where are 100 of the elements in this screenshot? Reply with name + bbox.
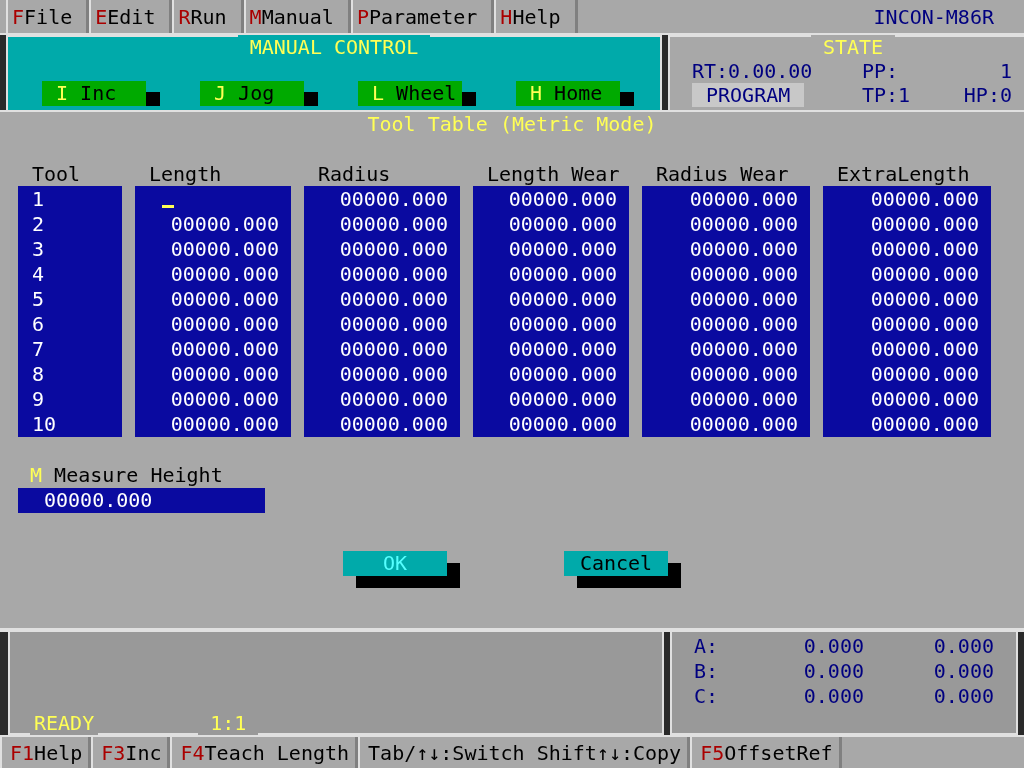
tool-number: 9 <box>31 387 46 412</box>
axis-value: 0.000 <box>932 634 994 659</box>
axis-label: C: <box>694 684 720 709</box>
column-field[interactable]: 1 2 3 4 5 6 7 8 9 10 <box>18 186 122 437</box>
column-field[interactable]: 00000.000 00000.000 00000.000 00000.000 00000.000 00000.000 00000.000 00000.000 00000.000 00000.000 <box>642 186 810 437</box>
table-cell-text: 00000.000 <box>688 187 799 212</box>
table-cell-text: 00000.000 <box>869 387 980 412</box>
measure-label: M Measure Height <box>29 463 224 488</box>
axis-value: 0.000 <box>802 634 864 659</box>
axis-label: A: <box>694 634 720 659</box>
table-cell-text: 00000.000 <box>688 362 799 387</box>
tool-number: 6 <box>31 312 46 337</box>
column-field[interactable]: 00000.000 00000.000 00000.000 00000.000 00000.000 00000.000 00000.000 00000.000 00000.000 00000.000 <box>304 186 460 437</box>
table-cell-text: 00000.000 <box>338 262 449 287</box>
table-cell-text: 00000.000 <box>688 237 799 262</box>
table-cell-text: 00000.000 <box>169 387 280 412</box>
tool-number: 5 <box>31 287 46 312</box>
column-header: Radius Wear <box>655 162 790 186</box>
column-header: ExtraLength <box>836 162 971 186</box>
tp-value: TP:1 <box>862 83 911 107</box>
mode-indicator-block <box>304 92 318 106</box>
text-cursor <box>162 205 174 208</box>
table-cell-text: 00000.000 <box>688 337 799 362</box>
table-cell-text: 00000.000 <box>338 212 449 237</box>
table-cell-text: 00000.000 <box>688 312 799 337</box>
table-cell-text: 00000.000 <box>338 187 449 212</box>
column-header: Length <box>148 162 223 186</box>
tool-number: 8 <box>31 362 46 387</box>
mode-indicator: PROGRAM <box>692 83 805 107</box>
pp-label: PP: <box>862 59 899 83</box>
table-cell-text: 00000.000 <box>688 262 799 287</box>
table-cell-text: 00000.000 <box>688 387 799 412</box>
mode-indicator-block <box>146 92 160 106</box>
column-header: Tool <box>31 162 82 186</box>
function-key[interactable]: F4Teach Length <box>170 737 359 768</box>
table-cell-text: 00000.000 <box>507 412 618 437</box>
table-cell-text: 00000.000 <box>869 412 980 437</box>
column-header: Radius <box>317 162 392 186</box>
table-cell-text: 00000.000 <box>688 212 799 237</box>
table-cell-text: 00000.000 <box>869 212 980 237</box>
tool-number: 1 <box>31 187 46 212</box>
axis-value: 0.000 <box>802 659 864 684</box>
table-cell-text: 00000.000 <box>507 262 618 287</box>
table-cell-text: 00000.000 <box>507 287 618 312</box>
axis-value: 0.000 <box>932 684 994 709</box>
column-field[interactable]: 00000.000 00000.000 00000.000 00000.000 00000.000 00000.000 00000.000 00000.000 00000.000 <box>135 186 291 437</box>
table-cell-text: 00000.000 <box>338 287 449 312</box>
axis-value: 0.000 <box>932 659 994 684</box>
table-cell-text: 00000.000 <box>338 362 449 387</box>
table-cell-text: 00000.000 <box>338 412 449 437</box>
table-cell-text: 00000.000 <box>869 287 980 312</box>
table-cell-text: 00000.000 <box>507 237 618 262</box>
table-cell-text: 00000.000 <box>169 337 280 362</box>
table-cell-text: 00000.000 <box>869 362 980 387</box>
table-cell-text: 00000.000 <box>338 337 449 362</box>
table-cell-text: 00000.000 <box>338 387 449 412</box>
axis-value: 0.000 <box>802 684 864 709</box>
tool-number: 2 <box>31 212 46 237</box>
table-cell-text: 00000.000 <box>507 362 618 387</box>
tool-number: 4 <box>31 262 46 287</box>
table-cell-text: 00000.000 <box>869 187 980 212</box>
table-cell-text: 00000.000 <box>169 262 280 287</box>
tool-number: 3 <box>31 237 46 262</box>
pp-value: 1 <box>999 59 1012 83</box>
tool-number: 10 <box>31 412 58 437</box>
table-cell-text: 00000.000 <box>507 387 618 412</box>
table-cell-text: 00000.000 <box>507 212 618 237</box>
mode-indicator-block <box>620 92 634 106</box>
product-name: INCON-M86R <box>873 3 995 31</box>
column-header: Length Wear <box>486 162 621 186</box>
table-cell-text: 00000.000 <box>169 237 280 262</box>
table-cell-text: 00000.000 <box>507 312 618 337</box>
table-cell-text: 00000.000 <box>507 187 618 212</box>
table-cell-text: 00000.000 <box>169 212 280 237</box>
table-cell-text: 00000.000 <box>338 237 449 262</box>
mode-button[interactable]: L Wheel <box>358 81 462 106</box>
cancel-button[interactable]: Cancel <box>564 551 668 576</box>
tool-number: 7 <box>31 337 46 362</box>
function-key[interactable]: F5OffsetRef <box>690 737 842 768</box>
function-key[interactable]: Tab/↑↓:Switch Shift↑↓:Copy <box>358 737 691 768</box>
table-cell-text: 00000.000 <box>869 337 980 362</box>
column-field[interactable]: 00000.000 00000.000 00000.000 00000.000 00000.000 00000.000 00000.000 00000.000 00000.000 00000.000 <box>823 186 991 437</box>
table-cell-text: 00000.000 <box>169 287 280 312</box>
table-cell-text: 00000.000 <box>688 287 799 312</box>
mode-button[interactable]: I Inc <box>42 81 146 106</box>
table-cell-text: 00000.000 <box>869 312 980 337</box>
table-cell-text: 00000.000 <box>507 337 618 362</box>
column-field[interactable]: 00000.000 00000.000 00000.000 00000.000 00000.000 00000.000 00000.000 00000.000 00000.000 00000.000 <box>473 186 629 437</box>
axis-label: B: <box>694 659 720 684</box>
table-cell-text: 00000.000 <box>869 237 980 262</box>
function-key[interactable]: F3Inc <box>91 737 171 768</box>
measure-height-field[interactable]: 00000.000 <box>18 488 265 513</box>
hp-value: HP:0 <box>963 83 1012 107</box>
mode-indicator-block <box>462 92 476 106</box>
table-cell-text: 00000.000 <box>338 312 449 337</box>
mode-button[interactable]: J Jog <box>200 81 304 106</box>
function-key[interactable]: F1Help <box>0 737 92 768</box>
mode-button[interactable]: H Home <box>516 81 620 106</box>
table-cell-text: 00000.000 <box>169 312 280 337</box>
table-cell-text: 00000.000 <box>169 412 280 437</box>
